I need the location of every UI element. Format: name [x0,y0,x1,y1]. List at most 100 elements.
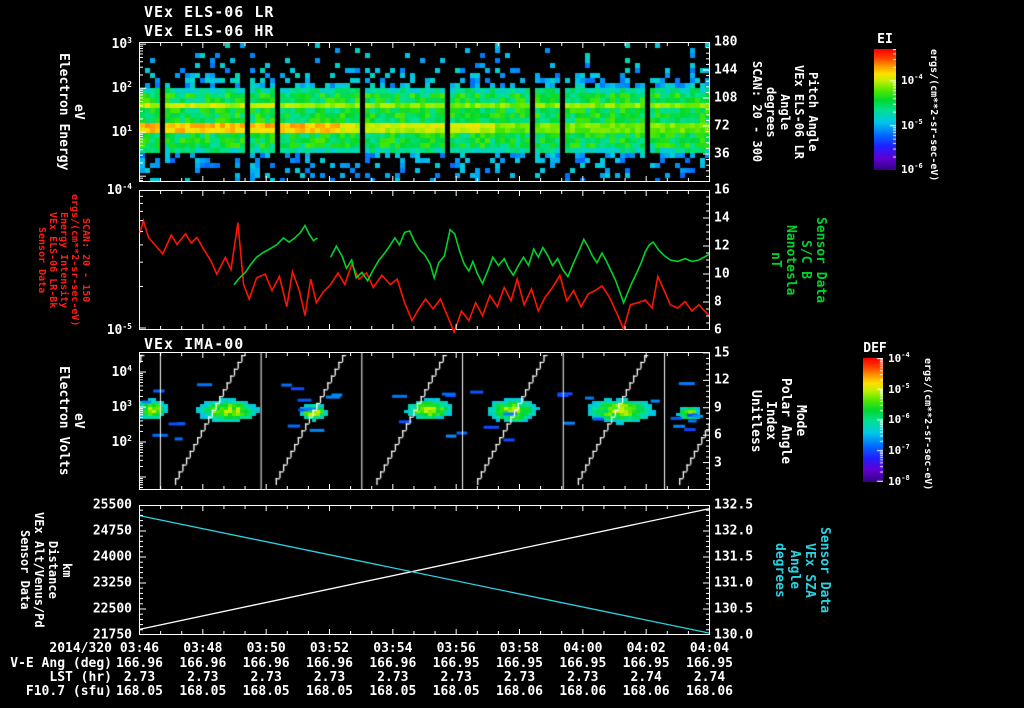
series-solar_zenith_angle [139,515,710,634]
footer-value: 168.05 [306,683,353,699]
ephemeris-plot [139,508,710,634]
colorbar-tick-label: 10-6 [888,412,910,427]
els-y-axis-label: Electron Energy eV [56,42,86,182]
footer-value: 2.73 [377,669,409,685]
time-tick-label: 04:02 [626,641,666,656]
footer-value: 168.05 [432,683,480,699]
els-pitch-tick: 36 [714,146,730,162]
footer-row-label: LST (hr) [49,669,112,685]
ima-energy-tick: 104 [111,363,132,381]
els-pitch-angle-label-line: VEx ELS-06 LR [792,65,806,159]
intensity-bfield-panel [139,190,710,335]
els-title-line2: VEx ELS-06 HR [144,22,275,40]
bfield-tick: 10 [714,266,730,282]
series-energy_intensity [139,217,710,335]
ima-index-tick: 12 [714,372,730,388]
intensity-tick: 10-5 [106,321,132,339]
ima-spectrogram-panel [139,352,710,490]
els-intensity-label-line: ergs/(cm**2-sr-sec-eV) [69,193,80,327]
distance-label-line: Sensor Data [18,530,32,610]
footer-value: 166.95 [559,655,607,671]
ima-index-tick: 6 [714,427,722,443]
sza-label-line: VEx SZA [802,542,817,598]
footer-value: 168.05 [369,683,417,699]
footer-value: 168.06 [559,683,607,699]
footer-value: 168.05 [116,683,163,699]
time-tick-label: 03:56 [436,641,476,656]
footer-value: 166.96 [242,655,290,671]
time-tick-label: 03:50 [246,641,286,656]
footer-value: 2.74 [693,669,726,685]
footer-value: 166.95 [496,655,543,671]
ima-colorbar-unit: ergs/(cm**2-sr-sec-eV) [922,358,933,491]
ima-title: VEx IMA-00 [144,335,245,353]
bfield-tick: 14 [714,210,730,226]
els-energy-tick: 103 [111,36,132,53]
intensity-tick: 10-4 [106,181,132,199]
bfield-tick: 12 [714,238,730,254]
time-tick-label: 04:00 [563,641,603,656]
els-colorbar [874,49,896,170]
ima-index-tick: 9 [714,400,722,416]
footer-value: 168.05 [242,683,290,699]
colorbar-tick-label: 10-8 [888,473,910,488]
sza-tick: 131.5 [714,549,754,565]
distance-tick: 23250 [92,575,132,591]
footer-value: 166.96 [179,655,227,671]
footer-value: 166.96 [369,655,417,671]
colorbar-tick-label: 10-4 [888,351,910,365]
els-pitch-tick: 108 [714,90,738,106]
ima-energy-tick: 103 [111,398,132,416]
footer-value: 2.73 [440,669,472,685]
footer-value: 166.95 [686,655,733,671]
footer-value: 168.06 [496,683,543,699]
els-pitch-tick: 72 [714,118,730,134]
time-tick-label: 03:46 [119,641,160,656]
els-colorbar-title: EI [877,32,893,47]
bfield-label-line: Nanotesla [783,224,798,296]
els-intensity-label-line: SCAN: 20 - 150 [80,217,91,303]
ima-spectrogram-canvas [140,353,709,489]
sza-tick: 132.5 [714,497,754,513]
time-tick-label: 03:52 [309,641,350,656]
footer-value: 2.73 [250,669,282,685]
time-tick-label: 04:04 [689,641,730,656]
footer-value: 2.73 [313,669,346,685]
els-pitch-angle-label-line: Pitch Angle [806,72,820,152]
els-spectrogram-panel [139,42,710,182]
sza-tick: 131.0 [714,575,754,591]
ima-mode-label-line: Mode [793,405,808,437]
intensity-bfield-plot [139,217,710,335]
bfield-label-line: Sensor Data [813,216,828,304]
footer-value: 166.95 [622,655,670,671]
series-distance [139,508,710,630]
ima-energy-tick: 102 [111,433,132,451]
ima-index-tick: 3 [714,455,722,471]
vex-orbit-summary-plot: VEx ELS-06 LR VEx ELS-06 HR VEx IMA-00 E… [0,0,1024,708]
time-tick-label: 03:48 [183,641,223,656]
footer-value: 2.73 [123,669,156,685]
els-intensity-label-line: Energy Intensity [58,211,69,309]
bfield-tick: 8 [714,294,722,310]
bfield-tick: 16 [714,182,730,198]
els-intensity-label-line: Sensor Data [36,226,47,294]
els-intensity-label: Sensor Data VEx ELS-06 LR-Bk Energy Intens… [36,190,91,330]
footer-value: 2.73 [567,669,599,685]
sza-tick: 132.0 [714,523,754,539]
ima-colorbar [863,358,883,482]
footer-row-label: F10.7 (sfu) [25,683,112,699]
footer-value: 2.74 [630,669,662,685]
els-energy-tick: 102 [111,80,132,97]
els-pitch-tick: 180 [714,34,738,50]
date-label: 2014/320 [49,641,112,656]
colorbar-tick-label: 10-5 [888,381,910,396]
footer-value: 2.73 [503,669,536,685]
bfield-tick: 6 [714,322,722,338]
footer-value: 166.96 [116,655,163,671]
els-energy-tick: 101 [111,124,132,141]
distance-tick: 25500 [92,497,132,513]
colorbar-tick-label: 10-7 [888,443,910,457]
distance-tick: 24750 [92,523,132,539]
els-title-line1: VEx ELS-06 LR [144,3,275,21]
ima-index-tick: 15 [714,345,730,361]
